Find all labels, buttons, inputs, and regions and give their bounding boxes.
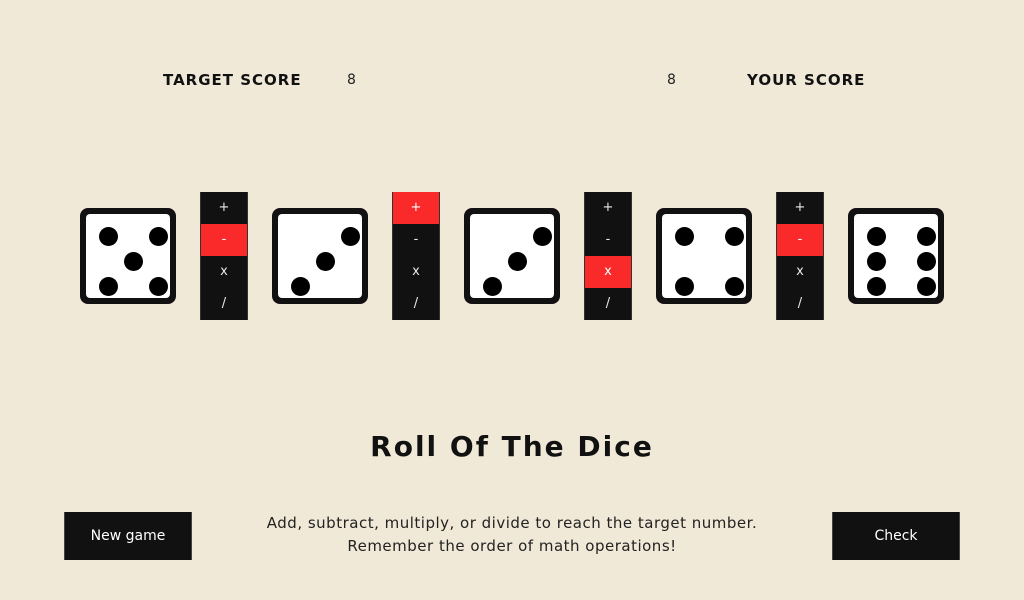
operator-plus-option[interactable]: + [585,192,631,224]
your-score-value: 8 [667,72,676,88]
operator-divide-option[interactable]: / [201,288,247,320]
operator-divide-option[interactable]: / [393,288,439,320]
die-pip [148,226,168,246]
operator-plus-option[interactable]: + [201,192,247,224]
die-pip [315,251,335,271]
die-pip [482,276,502,296]
operator-plus-option[interactable]: + [777,192,823,224]
die-pip [724,226,744,246]
check-button[interactable]: Check [832,512,960,560]
die-pip [507,251,527,271]
die-pip [916,276,936,296]
die-face [470,214,554,298]
die-pip [98,226,118,246]
die-face [662,214,746,298]
die-pip [916,251,936,271]
die-pip [123,251,143,271]
operator-multiply-option[interactable]: x [393,256,439,288]
operator-plus-option[interactable]: + [393,192,439,224]
die-3 [464,208,560,304]
die-pip [866,226,886,246]
die-pip [290,276,310,296]
die-1 [80,208,176,304]
operator-divide-option[interactable]: / [585,288,631,320]
operator-divide-option[interactable]: / [777,288,823,320]
operator-minus-option[interactable]: - [585,224,631,256]
your-score-label: YOUR SCORE [747,71,866,89]
die-pip [866,251,886,271]
die-face [278,214,362,298]
operator-selector-4: + - x / [776,192,824,320]
die-pip [674,226,694,246]
operator-selector-1: + - x / [200,192,248,320]
operator-minus-option[interactable]: - [777,224,823,256]
operator-multiply-option[interactable]: x [585,256,631,288]
die-pip [916,226,936,246]
operator-selector-2: + - x / [392,192,440,320]
die-pip [340,226,360,246]
die-pip [148,276,168,296]
target-score-label: TARGET SCORE [163,71,302,89]
operator-multiply-option[interactable]: x [777,256,823,288]
die-5 [848,208,944,304]
operator-minus-option[interactable]: - [201,224,247,256]
die-pip [98,276,118,296]
die-face [854,214,938,298]
target-score-value: 8 [347,72,356,88]
die-2 [272,208,368,304]
die-pip [866,276,886,296]
die-face [86,214,170,298]
die-pip [724,276,744,296]
game-title: Roll Of The Dice [370,430,654,463]
operator-minus-option[interactable]: - [393,224,439,256]
die-4 [656,208,752,304]
operator-multiply-option[interactable]: x [201,256,247,288]
die-pip [532,226,552,246]
die-pip [674,276,694,296]
operator-selector-3: + - x / [584,192,632,320]
